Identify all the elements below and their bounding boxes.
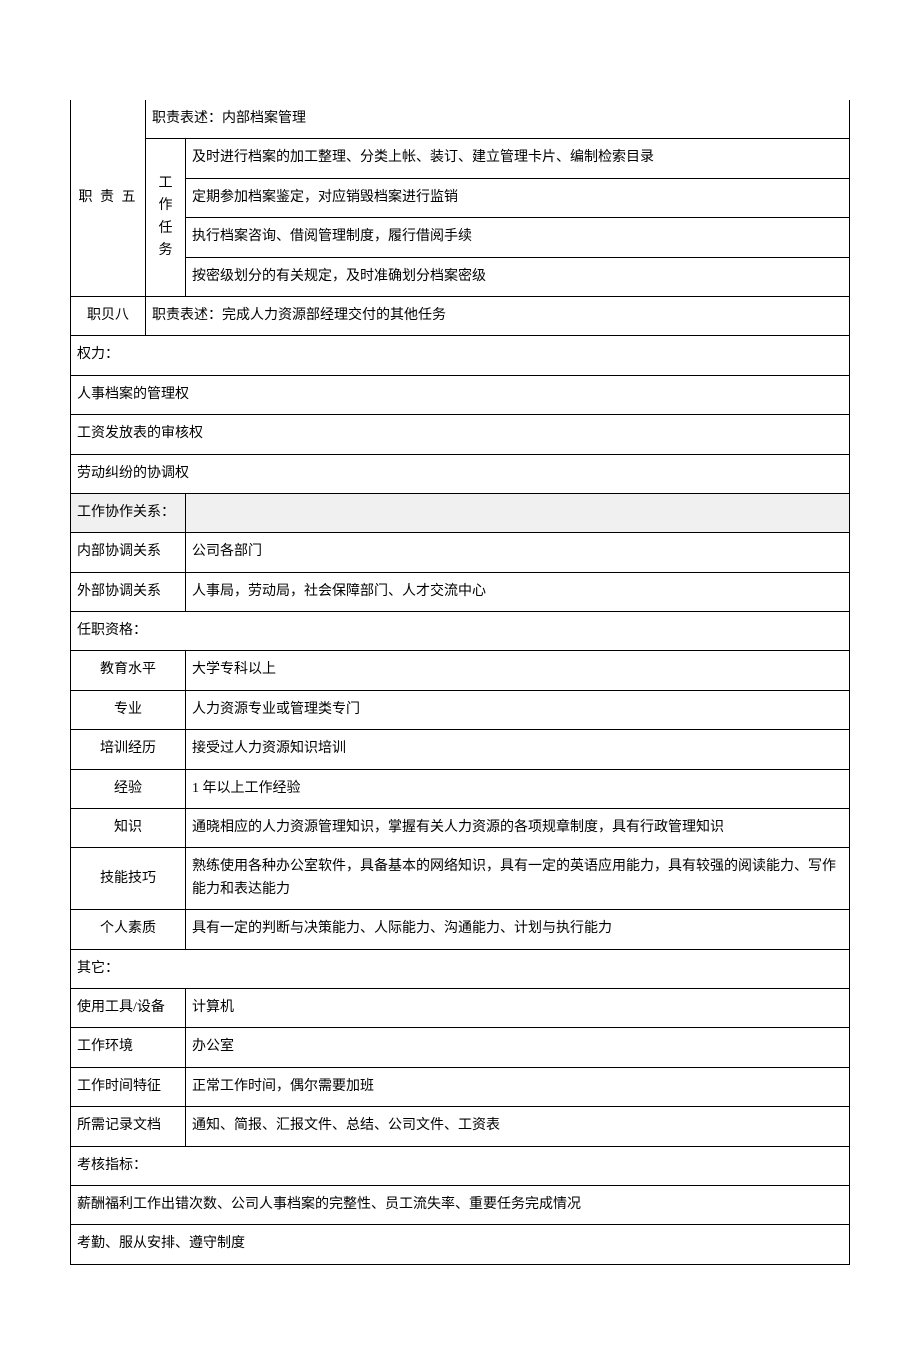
duty5-task-0: 及时进行档案的加工整理、分类上帐、装订、建立管理卡片、编制检索目录 xyxy=(186,139,850,178)
assess-line-1: 考勤、服从安排、遵守制度 xyxy=(71,1225,850,1264)
duty5-task-row-0: 工作任务 及时进行档案的加工整理、分类上帐、装订、建立管理卡片、编制检索目录 xyxy=(71,139,850,178)
qual-v-0: 大学专科以上 xyxy=(186,651,850,690)
qual-v-1: 人力资源专业或管理类专门 xyxy=(186,690,850,729)
other-k-0: 使用工具/设备 xyxy=(71,988,186,1027)
other-v-1: 办公室 xyxy=(186,1028,850,1067)
duty5-desc: 职责表述：内部档案管理 xyxy=(146,100,850,139)
other-header: 其它： xyxy=(71,949,850,988)
duty5-task-1: 定期参加档案鉴定，对应销毁档案进行监销 xyxy=(186,178,850,217)
duty5-task-3: 按密级划分的有关规定，及时准确划分档案密级 xyxy=(186,257,850,296)
qual-row-6: 个人素质 具有一定的判断与决策能力、人际能力、沟通能力、计划与执行能力 xyxy=(71,910,850,949)
qual-header: 任职资格： xyxy=(71,612,850,651)
qual-row-2: 培训经历 接受过人力资源知识培训 xyxy=(71,730,850,769)
qual-k-2: 培训经历 xyxy=(71,730,186,769)
qual-k-3: 经验 xyxy=(71,769,186,808)
duty5-label: 职 责 五 xyxy=(71,100,146,296)
other-k-3: 所需记录文档 xyxy=(71,1107,186,1146)
other-row-3: 所需记录文档 通知、简报、汇报文件、总结、公司文件、工资表 xyxy=(71,1107,850,1146)
qual-row-0: 教育水平 大学专科以上 xyxy=(71,651,850,690)
other-v-0: 计算机 xyxy=(186,988,850,1027)
assess-line-0: 薪酬福利工作出错次数、公司人事档案的完整性、员工流失率、重要任务完成情况 xyxy=(71,1185,850,1224)
power-item-row-2: 劳动纠纷的协调权 xyxy=(71,454,850,493)
duty5-task-2: 执行档案咨询、借阅管理制度，履行借阅手续 xyxy=(186,218,850,257)
qual-row-3: 经验 1 年以上工作经验 xyxy=(71,769,850,808)
assess-header: 考核指标： xyxy=(71,1146,850,1185)
power-item-row-1: 工资发放表的审核权 xyxy=(71,415,850,454)
coop-internal-row: 内部协调关系 公司各部门 xyxy=(71,533,850,572)
other-v-2: 正常工作时间，偶尔需要加班 xyxy=(186,1067,850,1106)
assess-header-row: 考核指标： xyxy=(71,1146,850,1185)
coop-table: 工作协作关系： 内部协调关系 公司各部门 外部协调关系 人事局，劳动局，社会保障… xyxy=(70,494,850,1265)
power-header: 权力： xyxy=(71,336,850,375)
power-item-row-0: 人事档案的管理权 xyxy=(71,375,850,414)
duty5-desc-row: 职 责 五 职责表述：内部档案管理 xyxy=(71,100,850,139)
duty8-row: 职贝八 职责表述：完成人力资源部经理交付的其他任务 xyxy=(71,296,850,335)
power-item-0: 人事档案的管理权 xyxy=(71,375,850,414)
duty8-label: 职贝八 xyxy=(71,296,146,335)
duty5-task-row-1: 定期参加档案鉴定，对应销毁档案进行监销 xyxy=(71,178,850,217)
coop-header-row: 工作协作关系： xyxy=(71,494,850,533)
coop-internal-value: 公司各部门 xyxy=(186,533,850,572)
qual-k-0: 教育水平 xyxy=(71,651,186,690)
qual-header-row: 任职资格： xyxy=(71,612,850,651)
power-item-2: 劳动纠纷的协调权 xyxy=(71,454,850,493)
other-k-1: 工作环境 xyxy=(71,1028,186,1067)
qual-v-3: 1 年以上工作经验 xyxy=(186,769,850,808)
qual-k-4: 知识 xyxy=(71,809,186,848)
coop-header-blank xyxy=(186,494,850,533)
qual-v-5: 熟练使用各种办公室软件，具备基本的网络知识，具有一定的英语应用能力，具有较强的阅… xyxy=(186,848,850,910)
duty5-task-label: 工作任务 xyxy=(146,139,186,297)
assess-line-row-1: 考勤、服从安排、遵守制度 xyxy=(71,1225,850,1264)
duty8-desc: 职责表述：完成人力资源部经理交付的其他任务 xyxy=(146,296,850,335)
power-header-row: 权力： xyxy=(71,336,850,375)
qual-v-2: 接受过人力资源知识培训 xyxy=(186,730,850,769)
qual-row-4: 知识 通晓相应的人力资源管理知识，掌握有关人力资源的各项规章制度，具有行政管理知… xyxy=(71,809,850,848)
other-k-2: 工作时间特征 xyxy=(71,1067,186,1106)
duty5-task-row-3: 按密级划分的有关规定，及时准确划分档案密级 xyxy=(71,257,850,296)
qual-k-6: 个人素质 xyxy=(71,910,186,949)
other-row-2: 工作时间特征 正常工作时间，偶尔需要加班 xyxy=(71,1067,850,1106)
other-row-0: 使用工具/设备 计算机 xyxy=(71,988,850,1027)
qual-row-5: 技能技巧 熟练使用各种办公室软件，具备基本的网络知识，具有一定的英语应用能力，具… xyxy=(71,848,850,910)
qual-row-1: 专业 人力资源专业或管理类专门 xyxy=(71,690,850,729)
other-header-row: 其它： xyxy=(71,949,850,988)
job-spec-table: 职 责 五 职责表述：内部档案管理 工作任务 及时进行档案的加工整理、分类上帐、… xyxy=(70,100,850,494)
qual-k-1: 专业 xyxy=(71,690,186,729)
assess-line-row-0: 薪酬福利工作出错次数、公司人事档案的完整性、员工流失率、重要任务完成情况 xyxy=(71,1185,850,1224)
coop-internal-label: 内部协调关系 xyxy=(71,533,186,572)
coop-external-label: 外部协调关系 xyxy=(71,572,186,611)
duty5-task-row-2: 执行档案咨询、借阅管理制度，履行借阅手续 xyxy=(71,218,850,257)
other-v-3: 通知、简报、汇报文件、总结、公司文件、工资表 xyxy=(186,1107,850,1146)
coop-external-value: 人事局，劳动局，社会保障部门、人才交流中心 xyxy=(186,572,850,611)
coop-header: 工作协作关系： xyxy=(71,494,186,533)
other-row-1: 工作环境 办公室 xyxy=(71,1028,850,1067)
qual-v-4: 通晓相应的人力资源管理知识，掌握有关人力资源的各项规章制度，具有行政管理知识 xyxy=(186,809,850,848)
coop-external-row: 外部协调关系 人事局，劳动局，社会保障部门、人才交流中心 xyxy=(71,572,850,611)
qual-k-5: 技能技巧 xyxy=(71,848,186,910)
qual-v-6: 具有一定的判断与决策能力、人际能力、沟通能力、计划与执行能力 xyxy=(186,910,850,949)
power-item-1: 工资发放表的审核权 xyxy=(71,415,850,454)
